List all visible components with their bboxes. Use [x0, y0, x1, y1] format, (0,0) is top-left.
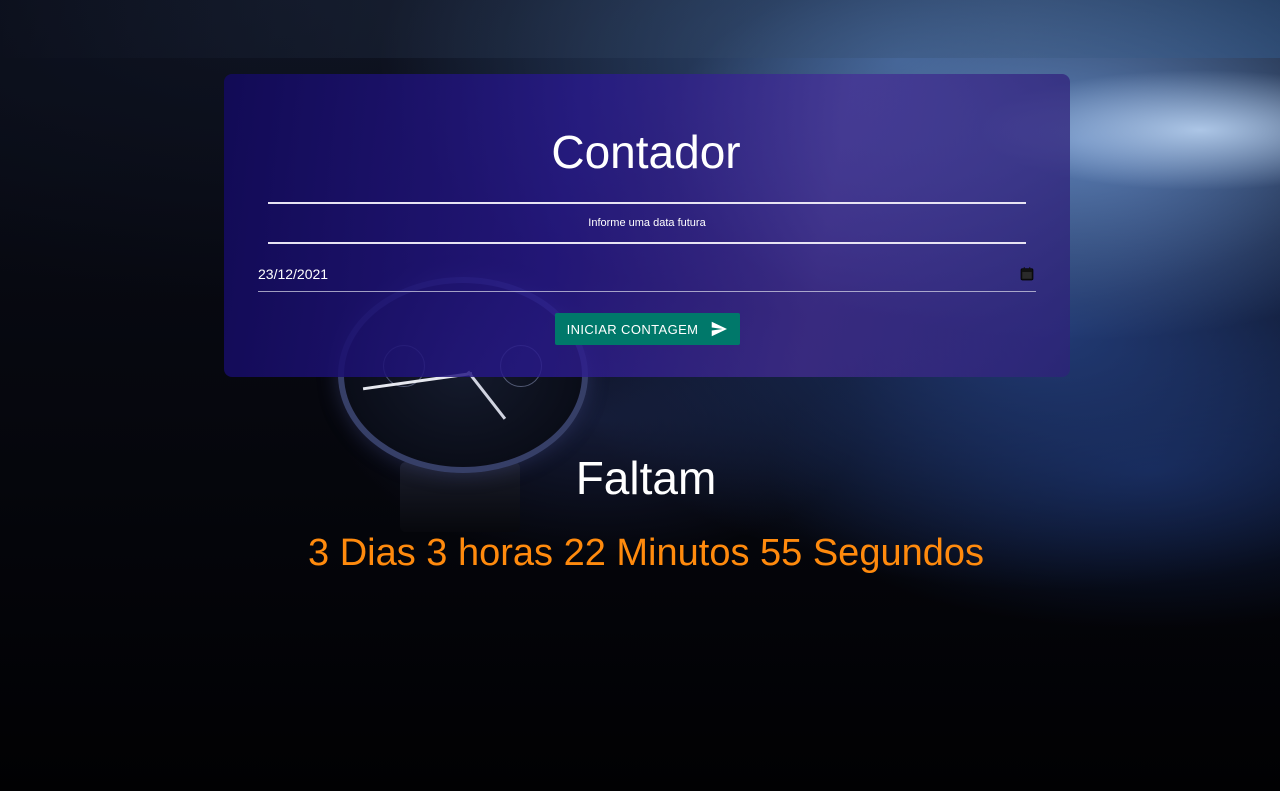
divider-bottom: [268, 242, 1026, 244]
calendar-icon[interactable]: [1018, 265, 1036, 283]
background-top-band: [0, 0, 1280, 58]
start-countdown-button[interactable]: INICIAR CONTAGEM: [555, 313, 740, 345]
page-title: Contador: [551, 126, 741, 178]
date-hint-label: Informe uma data futura: [588, 217, 706, 229]
app-stage: Contador Informe uma data futura 23/12/2…: [0, 0, 1280, 791]
countdown-text: 3 Dias 3 horas 22 Minutos 55 Segundos: [308, 532, 984, 574]
send-icon: [710, 321, 728, 337]
divider-top: [268, 202, 1026, 204]
remaining-heading: Faltam: [575, 452, 717, 504]
date-input[interactable]: 23/12/2021: [258, 256, 1036, 292]
date-input-value: 23/12/2021: [258, 265, 329, 282]
start-countdown-button-label: INICIAR CONTAGEM: [566, 321, 699, 337]
